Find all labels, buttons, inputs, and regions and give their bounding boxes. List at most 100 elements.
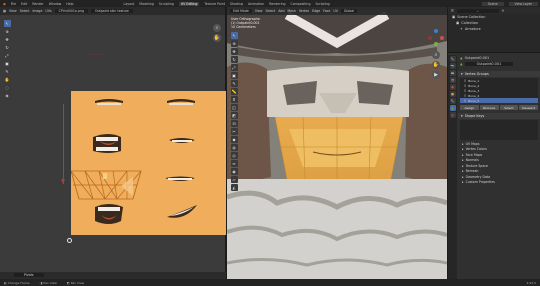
object-tab-icon[interactable]: ■: [449, 91, 456, 97]
blender-logo-icon[interactable]: ◉: [3, 2, 6, 6]
vp-shear-tool-icon[interactable]: ▱: [230, 176, 238, 183]
pinch-tool-icon[interactable]: ◈: [3, 92, 11, 99]
vp-annotate-tool-icon[interactable]: ✎: [230, 80, 238, 87]
viewport-3d[interactable]: Edit Mode View Select Add Mesh Vertex Ed…: [227, 7, 447, 279]
scene-tab-icon[interactable]: ◔: [449, 77, 456, 83]
select-button[interactable]: Select: [499, 105, 519, 110]
vp-move-tool-icon[interactable]: ✥: [230, 48, 238, 55]
viewport-uv-menu[interactable]: UV: [333, 9, 338, 13]
axis-x-icon[interactable]: [440, 36, 444, 40]
view-layer-selector[interactable]: View Layer: [508, 1, 538, 6]
uv-pan-icon[interactable]: ✋: [213, 34, 221, 42]
viewport-face-menu[interactable]: Face: [323, 9, 330, 13]
viewport-vertex-menu[interactable]: Vertex: [299, 9, 309, 13]
uv-uvs-menu[interactable]: UVs: [45, 9, 51, 13]
viewport-pan-icon[interactable]: ✋: [432, 61, 440, 69]
vp-spin-tool-icon[interactable]: ◍: [230, 144, 238, 151]
move-tool-icon[interactable]: ✥: [3, 36, 11, 43]
render-tab-icon[interactable]: 📷: [449, 63, 456, 69]
shape-keys-panel-header[interactable]: ▾ Shape Keys: [458, 113, 540, 119]
viewport-select-menu[interactable]: Select: [265, 9, 275, 13]
data-tab-icon[interactable]: ▲: [449, 105, 456, 111]
cursor-tool-icon[interactable]: ⊕: [3, 28, 11, 35]
grab-tool-icon[interactable]: ✋: [3, 76, 11, 83]
select-tool-icon[interactable]: ↖: [3, 20, 11, 27]
tab-compositing[interactable]: Compositing: [291, 2, 311, 6]
uv-view-menu[interactable]: View: [9, 9, 17, 13]
vp-select-tool-icon[interactable]: ↖: [230, 32, 238, 39]
image-name-field[interactable]: CPVx0001a.png: [54, 9, 88, 13]
viewport-add-menu[interactable]: Add: [278, 9, 284, 13]
vp-polybuild-tool-icon[interactable]: ◆: [230, 136, 238, 143]
annotate-tool-icon[interactable]: ✎: [3, 68, 11, 75]
axis-y-icon[interactable]: [434, 42, 438, 46]
menu-file[interactable]: File: [11, 2, 16, 6]
vp-smooth-tool-icon[interactable]: ◎: [230, 152, 238, 159]
uv-select-menu[interactable]: Select: [20, 9, 30, 13]
tab-scripting[interactable]: Scripting: [315, 2, 329, 6]
outliner-filter-icon[interactable]: ⛛: [502, 9, 505, 13]
relax-tool-icon[interactable]: ◌: [3, 84, 11, 91]
axis-z-icon[interactable]: [434, 29, 438, 33]
data-name-field[interactable]: Outpaint0.001: [464, 62, 514, 66]
outliner-search-icon[interactable]: ⌕: [456, 8, 499, 13]
vertex-groups-panel-header[interactable]: ▾ Vertex Groups: [458, 71, 540, 77]
vp-extrude-tool-icon[interactable]: ⬆: [230, 96, 238, 103]
uv-pivot-field[interactable]: Pivots: [14, 273, 44, 277]
uv-image-menu[interactable]: Image: [32, 9, 42, 13]
transform-orientation-dropdown[interactable]: Global: [340, 9, 358, 13]
viewport-zoom-icon[interactable]: ⌕: [432, 51, 440, 59]
tab-uv-editing[interactable]: UV Editing: [178, 1, 200, 6]
viewport-view-menu[interactable]: View: [255, 9, 263, 13]
vp-shrink-tool-icon[interactable]: ◉: [230, 168, 238, 175]
vp-edge-slide-tool-icon[interactable]: ⇔: [230, 160, 238, 167]
vp-transform-tool-icon[interactable]: ▣: [230, 72, 238, 79]
rotate-tool-icon[interactable]: ↻: [3, 44, 11, 51]
viewport-edge-menu[interactable]: Edge: [312, 9, 320, 13]
remove-button[interactable]: Remove: [479, 105, 499, 110]
vp-loopcut-tool-icon[interactable]: ⊟: [230, 120, 238, 127]
scale-tool-icon[interactable]: ⤢: [3, 52, 11, 59]
tab-animation[interactable]: Animation: [248, 2, 264, 6]
world-tab-icon[interactable]: ●: [449, 84, 456, 90]
outliner-item-armature[interactable]: ✦ Armature: [448, 26, 540, 32]
vp-knife-tool-icon[interactable]: ✂: [230, 128, 238, 135]
menu-render[interactable]: Render: [32, 2, 43, 6]
tab-shading[interactable]: Shading: [230, 2, 243, 6]
tab-texture-paint[interactable]: Texture Paint: [204, 2, 225, 6]
uv-editor-type-icon[interactable]: ▦: [3, 9, 6, 13]
vp-inset-tool-icon[interactable]: ◫: [230, 104, 238, 111]
edit-mode-dropdown[interactable]: Edit Mode: [230, 9, 252, 13]
camera-view-icon[interactable]: ▶: [432, 71, 440, 79]
vp-measure-tool-icon[interactable]: 📏: [230, 88, 238, 95]
tool-tab-icon[interactable]: 🔧: [449, 56, 456, 62]
vp-cursor-tool-icon[interactable]: ⊕: [230, 40, 238, 47]
section-custom-properties[interactable]: ▸ Custom Properties: [458, 180, 540, 186]
uv-overlay-label[interactable]: Outpaint skin texture: [90, 9, 133, 13]
vp-rip-tool-icon[interactable]: ◭: [230, 184, 238, 191]
vp-bevel-tool-icon[interactable]: ◩: [230, 112, 238, 119]
uv-2d-cursor-icon[interactable]: [67, 238, 72, 243]
tab-layout[interactable]: Layout: [124, 2, 135, 6]
vp-scale-tool-icon[interactable]: ⤢: [230, 64, 238, 71]
deselect-button[interactable]: Deselect: [519, 105, 538, 110]
uv-zoom-icon[interactable]: ⌕: [213, 24, 221, 32]
material-tab-icon[interactable]: ◍: [449, 112, 456, 118]
viewport-mesh-menu[interactable]: Mesh: [287, 9, 295, 13]
assign-button[interactable]: Assign: [460, 105, 479, 110]
menu-window[interactable]: Window: [49, 2, 62, 6]
output-tab-icon[interactable]: 🖶: [449, 70, 456, 76]
tab-rendering[interactable]: Rendering: [269, 2, 285, 6]
outliner-type-icon[interactable]: ☰: [451, 9, 454, 13]
tab-modeling[interactable]: Modeling: [139, 2, 154, 6]
menu-help[interactable]: Help: [66, 2, 73, 6]
transform-tool-icon[interactable]: ▣: [3, 60, 11, 67]
axis-neg-x-icon[interactable]: [428, 36, 432, 40]
modifier-tab-icon[interactable]: 🔧: [449, 98, 456, 104]
vp-rotate-tool-icon[interactable]: ↻: [230, 56, 238, 63]
scene-selector[interactable]: Scene: [481, 1, 504, 6]
menu-edit[interactable]: Edit: [21, 2, 27, 6]
tab-sculpting[interactable]: Sculpting: [159, 2, 174, 6]
list-item-selected[interactable]: ⠿ Bone_5: [460, 98, 538, 103]
navigation-gizmo[interactable]: [427, 29, 445, 47]
